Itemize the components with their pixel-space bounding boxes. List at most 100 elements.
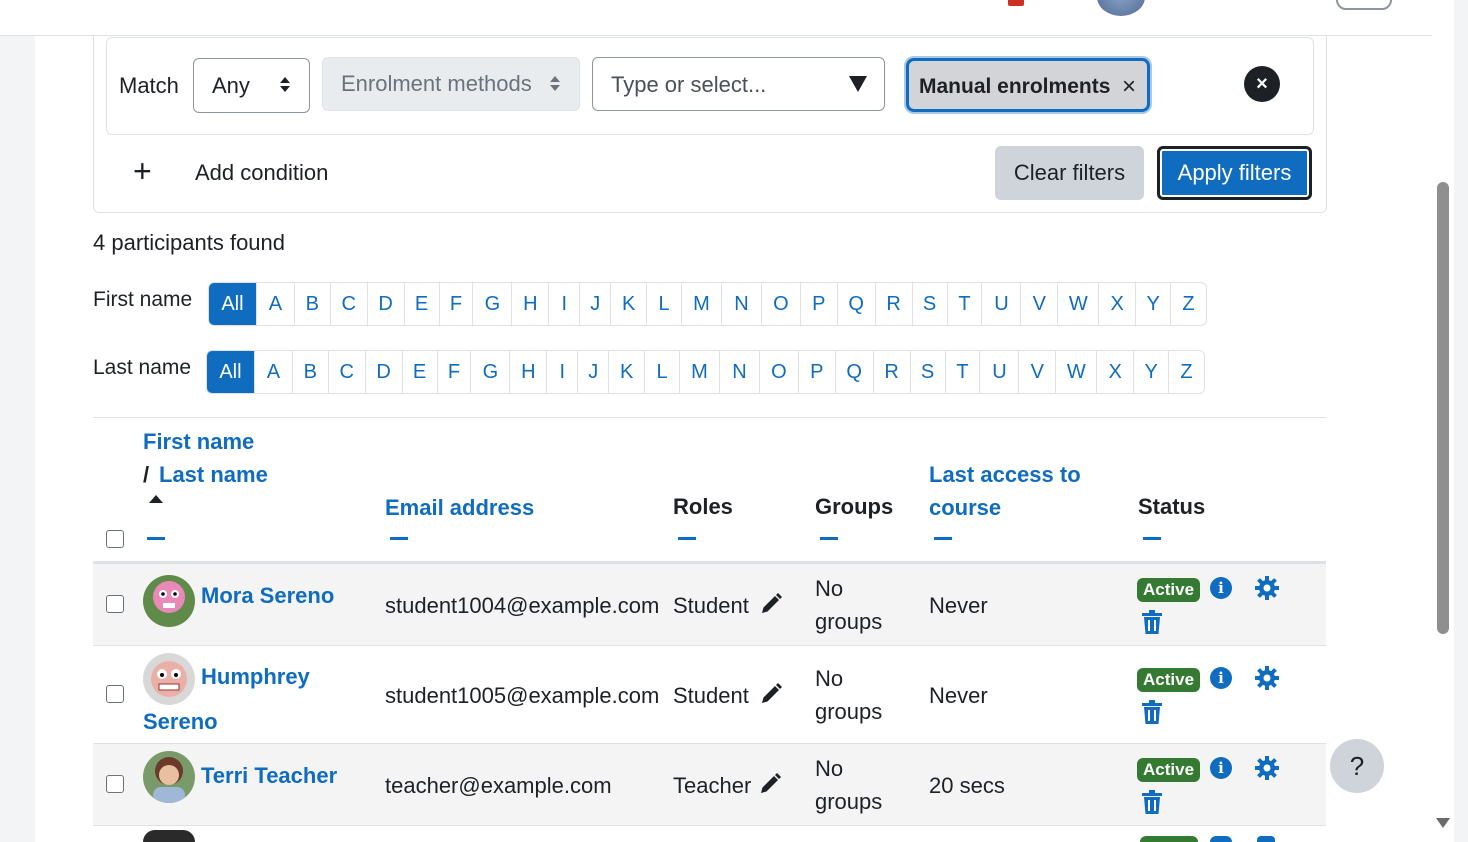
last-initial-x[interactable]: X xyxy=(1096,351,1133,393)
first-initial-y[interactable]: Y xyxy=(1135,283,1170,325)
gear-icon[interactable] xyxy=(1255,576,1279,600)
first-initial-l[interactable]: L xyxy=(646,283,681,325)
gear-icon[interactable] xyxy=(1255,756,1279,780)
last-initial-k[interactable]: K xyxy=(608,351,644,393)
last-initial-q[interactable]: Q xyxy=(834,351,873,393)
row-checkbox[interactable] xyxy=(106,685,124,703)
trash-icon[interactable] xyxy=(1142,610,1162,634)
first-initial-c[interactable]: C xyxy=(329,283,367,325)
first-initial-a[interactable]: A xyxy=(255,283,294,325)
match-select[interactable]: Any xyxy=(193,58,310,113)
first-initial-r[interactable]: R xyxy=(874,283,912,325)
last-initial-a[interactable]: A xyxy=(253,351,292,393)
first-initial-u[interactable]: U xyxy=(981,283,1020,325)
gear-icon[interactable] xyxy=(1255,666,1279,690)
info-icon[interactable]: i xyxy=(1210,577,1232,599)
first-initial-s[interactable]: S xyxy=(911,283,947,325)
pencil-icon[interactable] xyxy=(759,682,783,706)
pencil-icon[interactable] xyxy=(759,592,783,616)
first-initial-j[interactable]: J xyxy=(579,283,610,325)
last-initial-f[interactable]: F xyxy=(436,351,471,393)
header-email[interactable]: Email address xyxy=(385,495,534,521)
last-initial-t[interactable]: T xyxy=(944,351,980,393)
participant-name-link[interactable]: Mora Sereno xyxy=(201,583,334,609)
plus-icon[interactable]: + xyxy=(133,153,152,189)
remove-condition-button[interactable]: × xyxy=(1244,66,1280,102)
first-initial-h[interactable]: H xyxy=(511,283,548,325)
row-checkbox[interactable] xyxy=(106,775,124,793)
filter-value-input[interactable]: Type or select... xyxy=(592,57,885,111)
collapse-last-access[interactable] xyxy=(934,537,952,540)
last-initial-h[interactable]: H xyxy=(509,351,546,393)
notification-badge[interactable] xyxy=(1008,0,1024,6)
pencil-icon[interactable] xyxy=(758,772,782,796)
last-initial-o[interactable]: O xyxy=(758,351,798,393)
avatar[interactable] xyxy=(143,751,195,803)
collapse-first-name[interactable] xyxy=(147,537,165,540)
avatar[interactable] xyxy=(143,653,195,705)
last-initial-c[interactable]: C xyxy=(327,351,365,393)
first-initial-all[interactable]: All xyxy=(209,283,256,325)
last-initial-s[interactable]: S xyxy=(909,351,945,393)
last-initial-b[interactable]: B xyxy=(291,351,328,393)
last-initial-z[interactable]: Z xyxy=(1168,351,1204,393)
first-initial-f[interactable]: F xyxy=(438,283,473,325)
last-initial-p[interactable]: P xyxy=(797,351,835,393)
add-condition-link[interactable]: Add condition xyxy=(195,160,328,186)
first-initial-i[interactable]: I xyxy=(548,283,579,325)
collapse-roles[interactable] xyxy=(678,537,696,540)
first-initial-z[interactable]: Z xyxy=(1170,283,1206,325)
selected-filter-tag[interactable]: Manual enrolments × xyxy=(906,58,1150,112)
trash-icon[interactable] xyxy=(1142,790,1162,814)
row-checkbox[interactable] xyxy=(106,595,124,613)
first-initial-t[interactable]: T xyxy=(946,283,982,325)
last-initial-g[interactable]: G xyxy=(470,351,509,393)
first-initial-o[interactable]: O xyxy=(760,283,800,325)
info-icon[interactable]: i xyxy=(1210,757,1232,779)
last-initial-n[interactable]: N xyxy=(718,351,759,393)
last-initial-r[interactable]: R xyxy=(872,351,910,393)
scroll-down-arrow-icon[interactable] xyxy=(1436,818,1450,828)
first-initial-e[interactable]: E xyxy=(403,283,439,325)
trash-icon[interactable] xyxy=(1142,700,1162,724)
first-initial-k[interactable]: K xyxy=(610,283,646,325)
last-initial-u[interactable]: U xyxy=(979,351,1018,393)
last-initial-m[interactable]: M xyxy=(679,351,719,393)
last-initial-all[interactable]: All xyxy=(207,351,254,393)
edit-mode-toggle[interactable] xyxy=(1336,0,1392,10)
last-initial-j[interactable]: J xyxy=(577,351,608,393)
participant-name-link[interactable]: Terri Teacher xyxy=(201,763,337,789)
user-avatar[interactable] xyxy=(1097,0,1145,16)
first-initial-v[interactable]: V xyxy=(1020,283,1057,325)
first-initial-p[interactable]: P xyxy=(799,283,837,325)
collapse-status[interactable] xyxy=(1143,537,1161,540)
first-initial-q[interactable]: Q xyxy=(836,283,875,325)
header-first-name[interactable]: First name xyxy=(143,429,254,455)
select-all-checkbox[interactable] xyxy=(106,530,124,548)
info-icon[interactable] xyxy=(1210,836,1232,842)
first-initial-g[interactable]: G xyxy=(472,283,511,325)
last-initial-l[interactable]: L xyxy=(644,351,679,393)
collapse-email[interactable] xyxy=(390,537,408,540)
collapse-groups[interactable] xyxy=(820,537,838,540)
participant-name-link-line2[interactable]: Sereno xyxy=(143,709,218,735)
last-initial-w[interactable]: W xyxy=(1055,351,1096,393)
help-icon[interactable]: ? xyxy=(1330,739,1384,793)
first-initial-b[interactable]: B xyxy=(293,283,330,325)
last-initial-i[interactable]: I xyxy=(546,351,577,393)
first-initial-w[interactable]: W xyxy=(1057,283,1098,325)
close-icon[interactable]: × xyxy=(1122,73,1136,101)
participant-name-link[interactable]: Humphrey xyxy=(201,664,310,690)
first-initial-x[interactable]: X xyxy=(1098,283,1135,325)
info-icon[interactable]: i xyxy=(1210,667,1232,689)
last-initial-d[interactable]: D xyxy=(364,351,402,393)
avatar[interactable] xyxy=(143,575,195,627)
dropdown-triangle-icon[interactable] xyxy=(849,76,867,92)
apply-filters-button[interactable]: Apply filters xyxy=(1157,146,1312,200)
header-last-name[interactable]: Last name xyxy=(159,462,268,488)
first-initial-n[interactable]: N xyxy=(720,283,761,325)
scrollbar-thumb[interactable] xyxy=(1437,182,1449,634)
avatar[interactable] xyxy=(143,830,195,842)
gear-icon[interactable] xyxy=(1257,836,1275,842)
first-initial-d[interactable]: D xyxy=(366,283,404,325)
